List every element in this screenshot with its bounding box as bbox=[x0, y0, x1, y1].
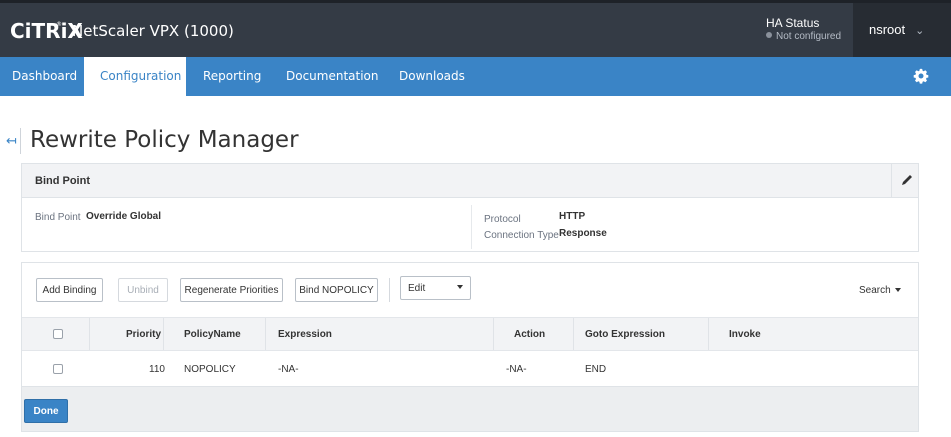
bind-point-panel-title: Bind Point bbox=[35, 175, 90, 187]
regenerate-priorities-button[interactable]: Regenerate Priorities bbox=[180, 278, 283, 302]
bindings-panel: Add Binding Unbind Regenerate Priorities… bbox=[21, 262, 919, 432]
table-header: Priority PolicyName Expression Action Go… bbox=[22, 317, 918, 351]
toolbar-divider bbox=[389, 278, 390, 302]
status-dot-icon bbox=[766, 32, 772, 38]
product-name: NetScaler VPX (1000) bbox=[72, 22, 234, 40]
tab-downloads[interactable]: Downloads bbox=[399, 57, 469, 96]
bind-point-panel-header: Bind Point bbox=[22, 164, 918, 198]
column-header-goto-expression[interactable]: Goto Expression bbox=[585, 329, 665, 340]
column-header-priority[interactable]: Priority bbox=[126, 329, 161, 340]
cell-expression: -NA- bbox=[278, 364, 299, 375]
edit-select-value: Edit bbox=[408, 283, 426, 294]
caret-down-icon bbox=[894, 288, 901, 292]
column-header-invoke[interactable]: Invoke bbox=[729, 329, 761, 340]
search-label: Search bbox=[859, 285, 891, 296]
caret-down-icon bbox=[457, 285, 463, 289]
chevron-down-icon: ⌄ bbox=[915, 25, 925, 37]
user-name: nsroot bbox=[869, 22, 906, 37]
select-all-checkbox[interactable] bbox=[53, 329, 63, 339]
bind-nopolicy-button[interactable]: Bind NOPOLICY bbox=[295, 278, 378, 302]
protocol-value: HTTP bbox=[559, 211, 586, 222]
ha-status: HA Status Not configured bbox=[766, 16, 841, 42]
column-divider bbox=[708, 318, 709, 350]
done-button[interactable]: Done bbox=[24, 399, 68, 423]
connection-type-label: Connection Type bbox=[484, 230, 559, 241]
ha-status-title: HA Status bbox=[766, 16, 820, 30]
bind-point-label: Bind Point bbox=[35, 212, 81, 223]
protocol-label: Protocol bbox=[484, 214, 521, 225]
column-divider bbox=[573, 318, 574, 350]
bind-point-value: Override Global bbox=[86, 211, 162, 222]
title-divider bbox=[20, 128, 21, 154]
tab-dashboard[interactable]: Dashboard bbox=[0, 57, 78, 96]
column-header-action[interactable]: Action bbox=[514, 329, 545, 340]
bind-point-panel: Bind Point Bind Point Override Global Pr… bbox=[21, 163, 919, 252]
tab-configuration[interactable]: Configuration bbox=[84, 57, 186, 96]
cell-policy-name: NOPOLICY bbox=[184, 364, 236, 375]
back-arrow-icon[interactable]: ↤ bbox=[6, 134, 17, 149]
cell-action: -NA- bbox=[506, 364, 527, 375]
tab-documentation[interactable]: Documentation bbox=[286, 57, 381, 96]
add-binding-button[interactable]: Add Binding bbox=[36, 278, 103, 302]
unbind-button[interactable]: Unbind bbox=[118, 278, 168, 302]
cell-goto-expression: END bbox=[585, 364, 607, 375]
panel-footer: Done bbox=[22, 386, 918, 431]
search-toggle[interactable]: Search bbox=[859, 285, 901, 296]
gear-icon[interactable] bbox=[913, 68, 929, 84]
tab-reporting[interactable]: Reporting bbox=[203, 57, 263, 96]
registered-mark: ® bbox=[56, 21, 62, 28]
cell-priority: 110 bbox=[149, 364, 165, 375]
column-header-policyname[interactable]: PolicyName bbox=[184, 329, 241, 340]
column-divider bbox=[163, 318, 164, 350]
column-divider bbox=[493, 318, 494, 350]
top-header: CiTRiX ® NetScaler VPX (1000) HA Status … bbox=[0, 0, 951, 57]
row-checkbox[interactable] bbox=[53, 364, 63, 374]
column-divider bbox=[265, 318, 266, 350]
header-divider bbox=[891, 164, 892, 197]
page-title: Rewrite Policy Manager bbox=[30, 127, 299, 153]
pencil-edit-icon[interactable] bbox=[899, 172, 915, 188]
column-divider bbox=[89, 318, 90, 350]
connection-type-value: Response bbox=[559, 228, 607, 239]
edit-select[interactable]: Edit bbox=[400, 276, 471, 300]
ha-status-value: Not configured bbox=[776, 31, 842, 42]
main-nav: Dashboard Configuration Reporting Docume… bbox=[0, 57, 951, 96]
panel-divider bbox=[471, 205, 472, 249]
user-menu[interactable]: nsroot ⌄ bbox=[853, 3, 951, 57]
table-row[interactable]: 110 NOPOLICY -NA- -NA- END bbox=[22, 352, 918, 386]
column-header-expression[interactable]: Expression bbox=[278, 329, 332, 340]
